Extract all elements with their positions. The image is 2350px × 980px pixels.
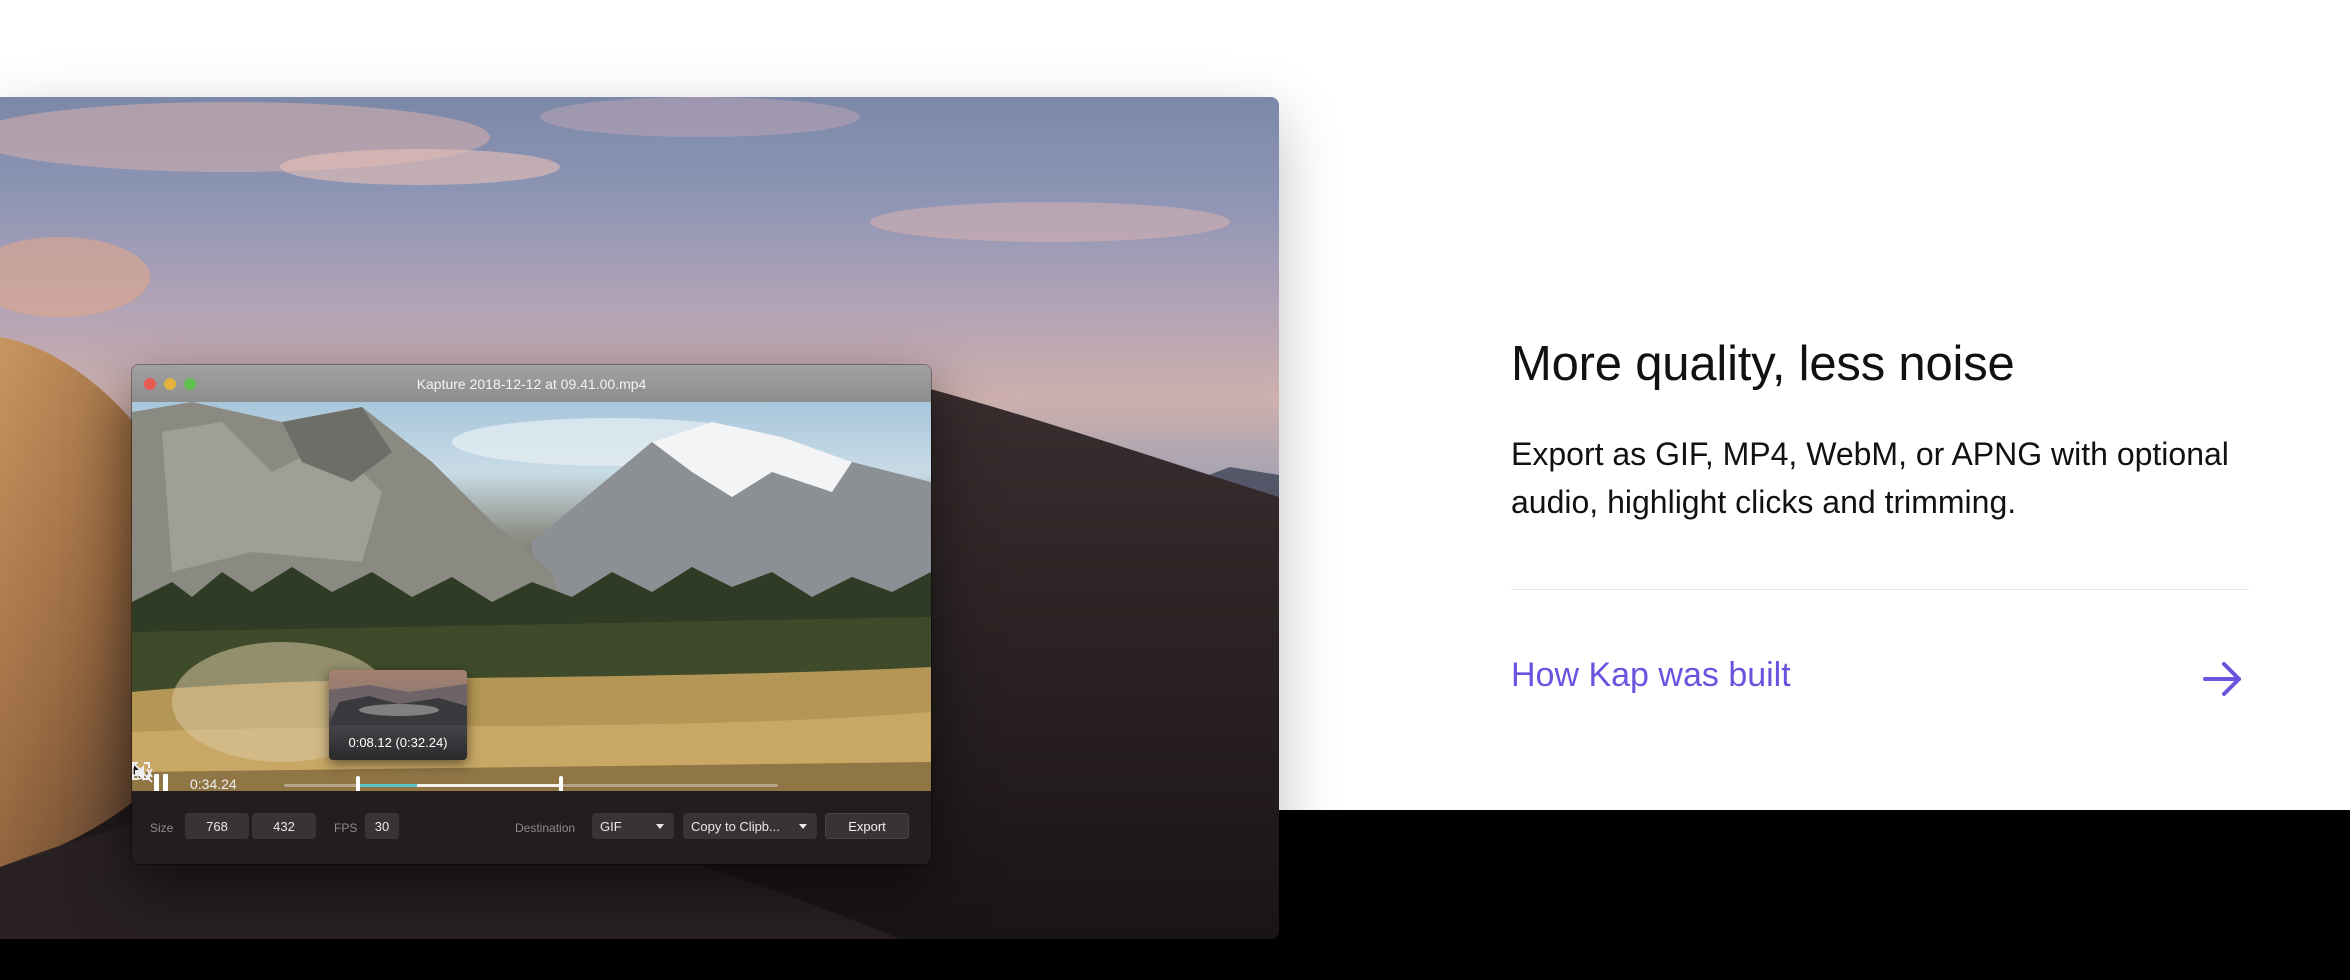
window-close-button[interactable] [144,378,156,390]
preview-timestamp: 0:08.12 (0:32.24) [348,735,448,750]
format-value: GIF [600,818,622,834]
timeline-scrubber[interactable] [284,776,778,791]
destination-label: Destination [515,821,576,835]
trim-end-handle[interactable] [558,776,563,791]
feature-heading: More quality, less noise [1511,337,2015,391]
how-kap-was-built-link[interactable]: How Kap was built [1511,656,1791,695]
caret-down-icon [656,824,664,829]
size-label: Size [150,821,174,835]
scrub-preview-tooltip: 0:08.12 (0:32.24) [329,670,467,760]
section-divider [1511,589,2249,590]
pause-button[interactable] [152,774,170,791]
feature-description: Export as GIF, MP4, WebM, or APNG with o… [1511,436,2229,520]
mountain-landscape-image [132,402,931,791]
playhead-progress [358,784,418,787]
video-preview[interactable]: 0:08.12 (0:32.24) 0:34.24 [132,402,931,791]
export-toolbar: Size 768 432 FPS 30 Destination GIF Copy… [132,791,931,864]
height-input[interactable]: 432 [252,813,316,839]
window-zoom-button[interactable] [184,378,196,390]
window-title: Kapture 2018-12-12 at 09.41.00.mp4 [416,375,647,392]
arrow-right-icon[interactable] [2203,661,2243,697]
trim-start-handle[interactable] [356,776,361,791]
pause-icon-bar [163,774,168,791]
showcase-screenshot: Kapture 2018-12-12 at 09.41.00.mp4 0:08.… [0,97,1279,939]
elapsed-time: 0:34.24 [190,776,237,791]
window-titlebar[interactable]: Kapture 2018-12-12 at 09.41.00.mp4 [132,365,931,402]
width-input[interactable]: 768 [185,813,249,839]
export-button[interactable]: Export [825,813,909,839]
kap-editor-window: Kapture 2018-12-12 at 09.41.00.mp4 0:08.… [132,365,931,864]
window-minimize-button[interactable] [164,378,176,390]
destination-select[interactable]: Copy to Clipb... [683,813,817,839]
fps-input[interactable]: 30 [365,813,399,839]
pause-icon [154,774,159,791]
fullscreen-icon[interactable] [132,762,150,780]
caret-down-icon [799,824,807,829]
fps-label: FPS [334,821,358,835]
destination-value: Copy to Clipb... [691,818,780,834]
format-select[interactable]: GIF [592,813,674,839]
player-controls: 0:34.24 [132,762,931,791]
